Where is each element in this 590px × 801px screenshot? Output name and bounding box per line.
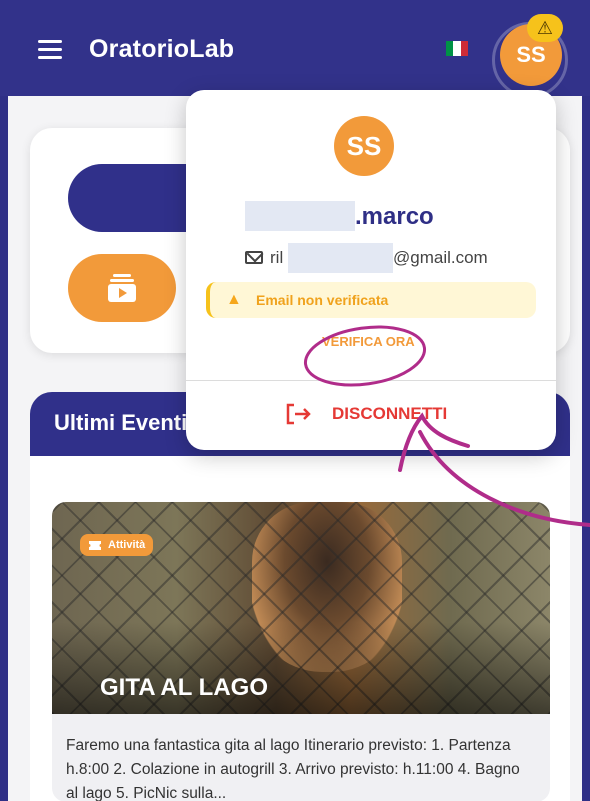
event-tag-label: Attività — [108, 539, 146, 551]
user-name: .marco — [355, 203, 434, 230]
media-action-button[interactable] — [68, 254, 176, 322]
italian-flag-icon[interactable] — [446, 41, 468, 56]
menu-icon[interactable] — [38, 40, 62, 59]
warning-icon: ▲ — [226, 291, 242, 308]
app-title: OratorioLab — [89, 35, 235, 63]
redacted-name — [245, 201, 355, 231]
event-description: Faremo una fantastica gita al lago Itine… — [66, 737, 520, 801]
event-tag-chip: Attività — [80, 534, 154, 556]
logout-icon[interactable] — [284, 402, 312, 426]
verify-now-button[interactable]: VERIFICA ORA — [322, 334, 415, 349]
warning-badge-icon: ⚠ — [527, 14, 563, 42]
logout-button[interactable]: DISCONNETTI — [332, 404, 447, 424]
mail-icon — [245, 251, 263, 264]
email-suffix: @gmail.com — [393, 248, 488, 267]
ticket-icon — [89, 540, 101, 550]
redacted-email — [288, 243, 393, 273]
events-title: Ultimi Eventi — [54, 410, 188, 435]
email-warning-text: Email non verificata — [256, 292, 389, 308]
menu-divider — [186, 380, 556, 381]
user-menu-avatar: SS — [334, 116, 394, 176]
email-prefix: ril — [270, 248, 284, 267]
media-library-icon — [108, 274, 136, 302]
event-title: GITA AL LAGO — [100, 674, 268, 701]
